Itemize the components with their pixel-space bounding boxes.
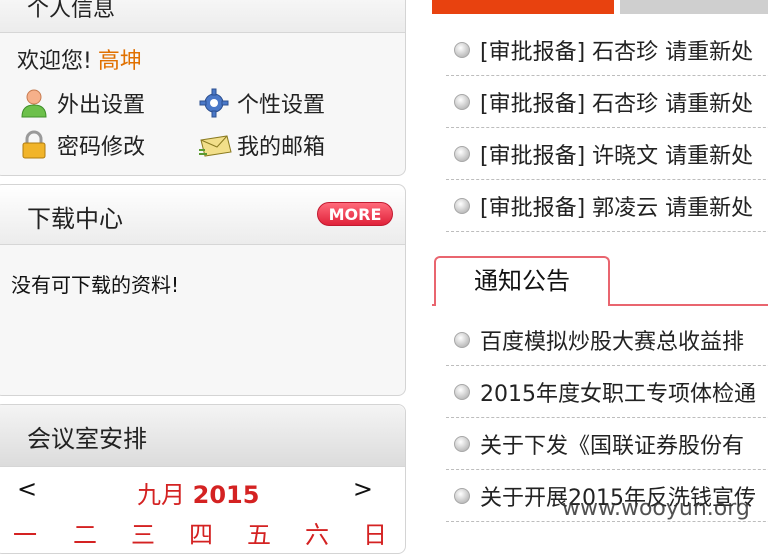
weekday-wed: 三: [131, 521, 155, 549]
notice-item-text: 关于下发《国联证券股份有: [480, 434, 745, 459]
download-center-panel: 下载中心 MORE 没有可下载的资料!: [0, 184, 406, 396]
tab-active[interactable]: [432, 0, 614, 14]
approval-tabs: [432, 0, 768, 14]
right-column: [审批报备] 石杏珍 请重新处 [审批报备] 石杏珍 请重新处 [审批报备] 许…: [432, 0, 768, 540]
password-change-link[interactable]: 密码修改: [19, 129, 145, 161]
circle-bullet-icon: [454, 198, 470, 214]
approval-item-text: [审批报备] 石杏珍 请重新处: [480, 40, 754, 65]
approval-item-text: [审批报备] 石杏珍 请重新处: [480, 92, 754, 117]
password-change-label: 密码修改: [57, 135, 146, 160]
approval-item[interactable]: [审批报备] 许晓文 请重新处: [446, 128, 768, 180]
personal-info-panel: 个人信息 欢迎您! 高坤 外出设置 个性设置 密码修改 我的邮箱: [0, 0, 406, 176]
outing-settings-label: 外出设置: [57, 93, 146, 118]
personal-settings-link[interactable]: 个性设置: [199, 87, 325, 119]
weekday-thu: 四: [189, 521, 213, 549]
watermark: www.wooyun.org: [562, 496, 750, 521]
tab-notices[interactable]: 通知公告: [434, 256, 610, 306]
meeting-room-title: 会议室安排: [27, 425, 147, 453]
download-center-header: 下载中心 MORE: [0, 185, 405, 245]
weekday-sat: 六: [305, 521, 329, 549]
meeting-room-panel: 会议室安排 < 九月 2015 > 一 二 三 四 五 六 日: [0, 404, 406, 554]
person-icon: [19, 88, 49, 118]
outing-settings-link[interactable]: 外出设置: [19, 87, 145, 119]
circle-bullet-icon: [454, 146, 470, 162]
circle-bullet-icon: [454, 436, 470, 452]
approval-item[interactable]: [审批报备] 郭凌云 请重新处: [446, 180, 768, 232]
approval-item-text: [审批报备] 许晓文 请重新处: [480, 144, 754, 169]
notice-item-text: 百度模拟炒股大赛总收益排: [480, 330, 745, 355]
calendar-month-title: 九月 2015: [137, 475, 259, 510]
approval-item[interactable]: [审批报备] 石杏珍 请重新处: [446, 24, 768, 76]
approval-item[interactable]: [审批报备] 石杏珍 请重新处: [446, 76, 768, 128]
mailbox-link[interactable]: 我的邮箱: [199, 129, 325, 161]
personal-info-title: 个人信息: [27, 0, 116, 22]
personal-info-header: 个人信息: [0, 0, 405, 33]
circle-bullet-icon: [454, 332, 470, 348]
gear-icon: [199, 88, 229, 118]
notice-item[interactable]: 百度模拟炒股大赛总收益排: [446, 314, 768, 366]
left-column: 个人信息 欢迎您! 高坤 外出设置 个性设置 密码修改 我的邮箱 下载中心 MO…: [0, 0, 408, 554]
circle-bullet-icon: [454, 384, 470, 400]
meeting-room-header: 会议室安排: [0, 405, 405, 467]
calendar-weekdays: 一 二 三 四 五 六 日: [0, 511, 405, 549]
circle-bullet-icon: [454, 42, 470, 58]
approval-item-text: [审批报备] 郭凌云 请重新处: [480, 196, 754, 221]
calendar-nav: < 九月 2015 >: [0, 473, 405, 509]
lock-icon: [19, 130, 49, 160]
calendar-month: 九月: [137, 481, 185, 509]
welcome-text: 欢迎您! 高坤: [17, 43, 142, 75]
circle-bullet-icon: [454, 488, 470, 504]
mailbox-label: 我的邮箱: [237, 135, 326, 160]
calendar-prev-button[interactable]: <: [17, 475, 37, 503]
weekday-fri: 五: [247, 521, 271, 549]
more-button[interactable]: MORE: [317, 202, 393, 226]
notice-item[interactable]: 2015年度女职工专项体检通: [446, 366, 768, 418]
welcome-prefix: 欢迎您!: [17, 49, 92, 74]
circle-bullet-icon: [454, 94, 470, 110]
notice-item[interactable]: 关于下发《国联证券股份有: [446, 418, 768, 470]
download-center-title: 下载中心: [27, 205, 123, 233]
weekday-mon: 一: [13, 521, 37, 549]
tab-inactive[interactable]: [620, 0, 768, 14]
calendar-year: 2015: [192, 481, 260, 509]
calendar-next-button[interactable]: >: [353, 475, 373, 503]
envelope-icon: [199, 130, 232, 160]
personal-settings-label: 个性设置: [237, 93, 326, 118]
user-name[interactable]: 高坤: [98, 49, 142, 74]
notice-tab-bar: 通知公告: [432, 256, 768, 306]
weekday-tue: 二: [73, 521, 97, 549]
empty-download-message: 没有可下载的资料!: [11, 273, 180, 297]
notice-item-text: 2015年度女职工专项体检通: [480, 382, 756, 407]
weekday-sun: 日: [363, 521, 387, 549]
